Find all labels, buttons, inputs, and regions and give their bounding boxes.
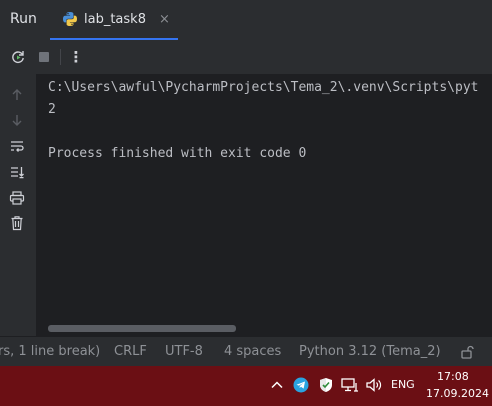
console-line-exit: Process finished with exit code 0 bbox=[48, 146, 307, 161]
print-icon[interactable] bbox=[8, 189, 26, 207]
console-line-command: C:\Users\awful\PycharmProjects\Tema_2\.v… bbox=[48, 80, 479, 95]
volume-icon[interactable] bbox=[365, 376, 383, 394]
language-indicator[interactable]: ENG bbox=[391, 378, 415, 391]
console-line-output: 2 bbox=[48, 102, 56, 117]
tab-lab-task8[interactable]: lab_task8 × bbox=[50, 0, 178, 40]
pycharm-window: Run lab_task8 × ⋮ C:\Users\awful\Pycharm… bbox=[0, 0, 492, 406]
status-bar: rs, 1 line break) CRLF UTF-8 4 spaces Py… bbox=[0, 336, 492, 366]
status-encoding[interactable]: UTF-8 bbox=[165, 344, 203, 359]
clock-date[interactable]: 17.09.2024 bbox=[426, 387, 489, 400]
run-tool-window-header: Run lab_task8 × bbox=[0, 0, 492, 40]
scroll-to-end-icon[interactable] bbox=[8, 163, 26, 181]
network-icon[interactable] bbox=[341, 376, 359, 394]
telegram-icon[interactable] bbox=[292, 376, 310, 394]
horizontal-scrollbar[interactable] bbox=[48, 325, 236, 332]
status-interpreter[interactable]: Python 3.12 (Tema_2) bbox=[299, 344, 441, 359]
close-icon[interactable]: × bbox=[159, 12, 170, 27]
status-line-separator[interactable]: CRLF bbox=[114, 344, 147, 359]
security-icon[interactable] bbox=[317, 376, 335, 394]
soft-wrap-icon[interactable] bbox=[8, 137, 26, 155]
python-icon bbox=[62, 11, 78, 27]
tab-label: lab_task8 bbox=[84, 11, 146, 27]
stop-icon[interactable] bbox=[35, 48, 53, 66]
run-toolbar: ⋮ bbox=[0, 40, 492, 74]
console-gutter bbox=[0, 74, 36, 336]
lock-icon[interactable] bbox=[460, 345, 474, 363]
chevron-up-icon[interactable] bbox=[268, 376, 286, 394]
windows-taskbar: ENG 17:08 17.09.2024 bbox=[0, 366, 492, 406]
toolbar-divider bbox=[60, 49, 61, 65]
more-icon[interactable]: ⋮ bbox=[67, 48, 85, 66]
rerun-icon[interactable] bbox=[9, 48, 27, 66]
clock-time[interactable]: 17:08 bbox=[437, 370, 469, 383]
arrow-up-icon[interactable] bbox=[8, 86, 26, 104]
console-output[interactable]: C:\Users\awful\PycharmProjects\Tema_2\.v… bbox=[36, 74, 492, 336]
arrow-down-icon[interactable] bbox=[8, 111, 26, 129]
status-indent[interactable]: 4 spaces bbox=[224, 344, 281, 359]
tool-window-title: Run bbox=[10, 11, 37, 27]
trash-icon[interactable] bbox=[8, 214, 26, 232]
status-line-info[interactable]: rs, 1 line break) bbox=[0, 344, 100, 359]
